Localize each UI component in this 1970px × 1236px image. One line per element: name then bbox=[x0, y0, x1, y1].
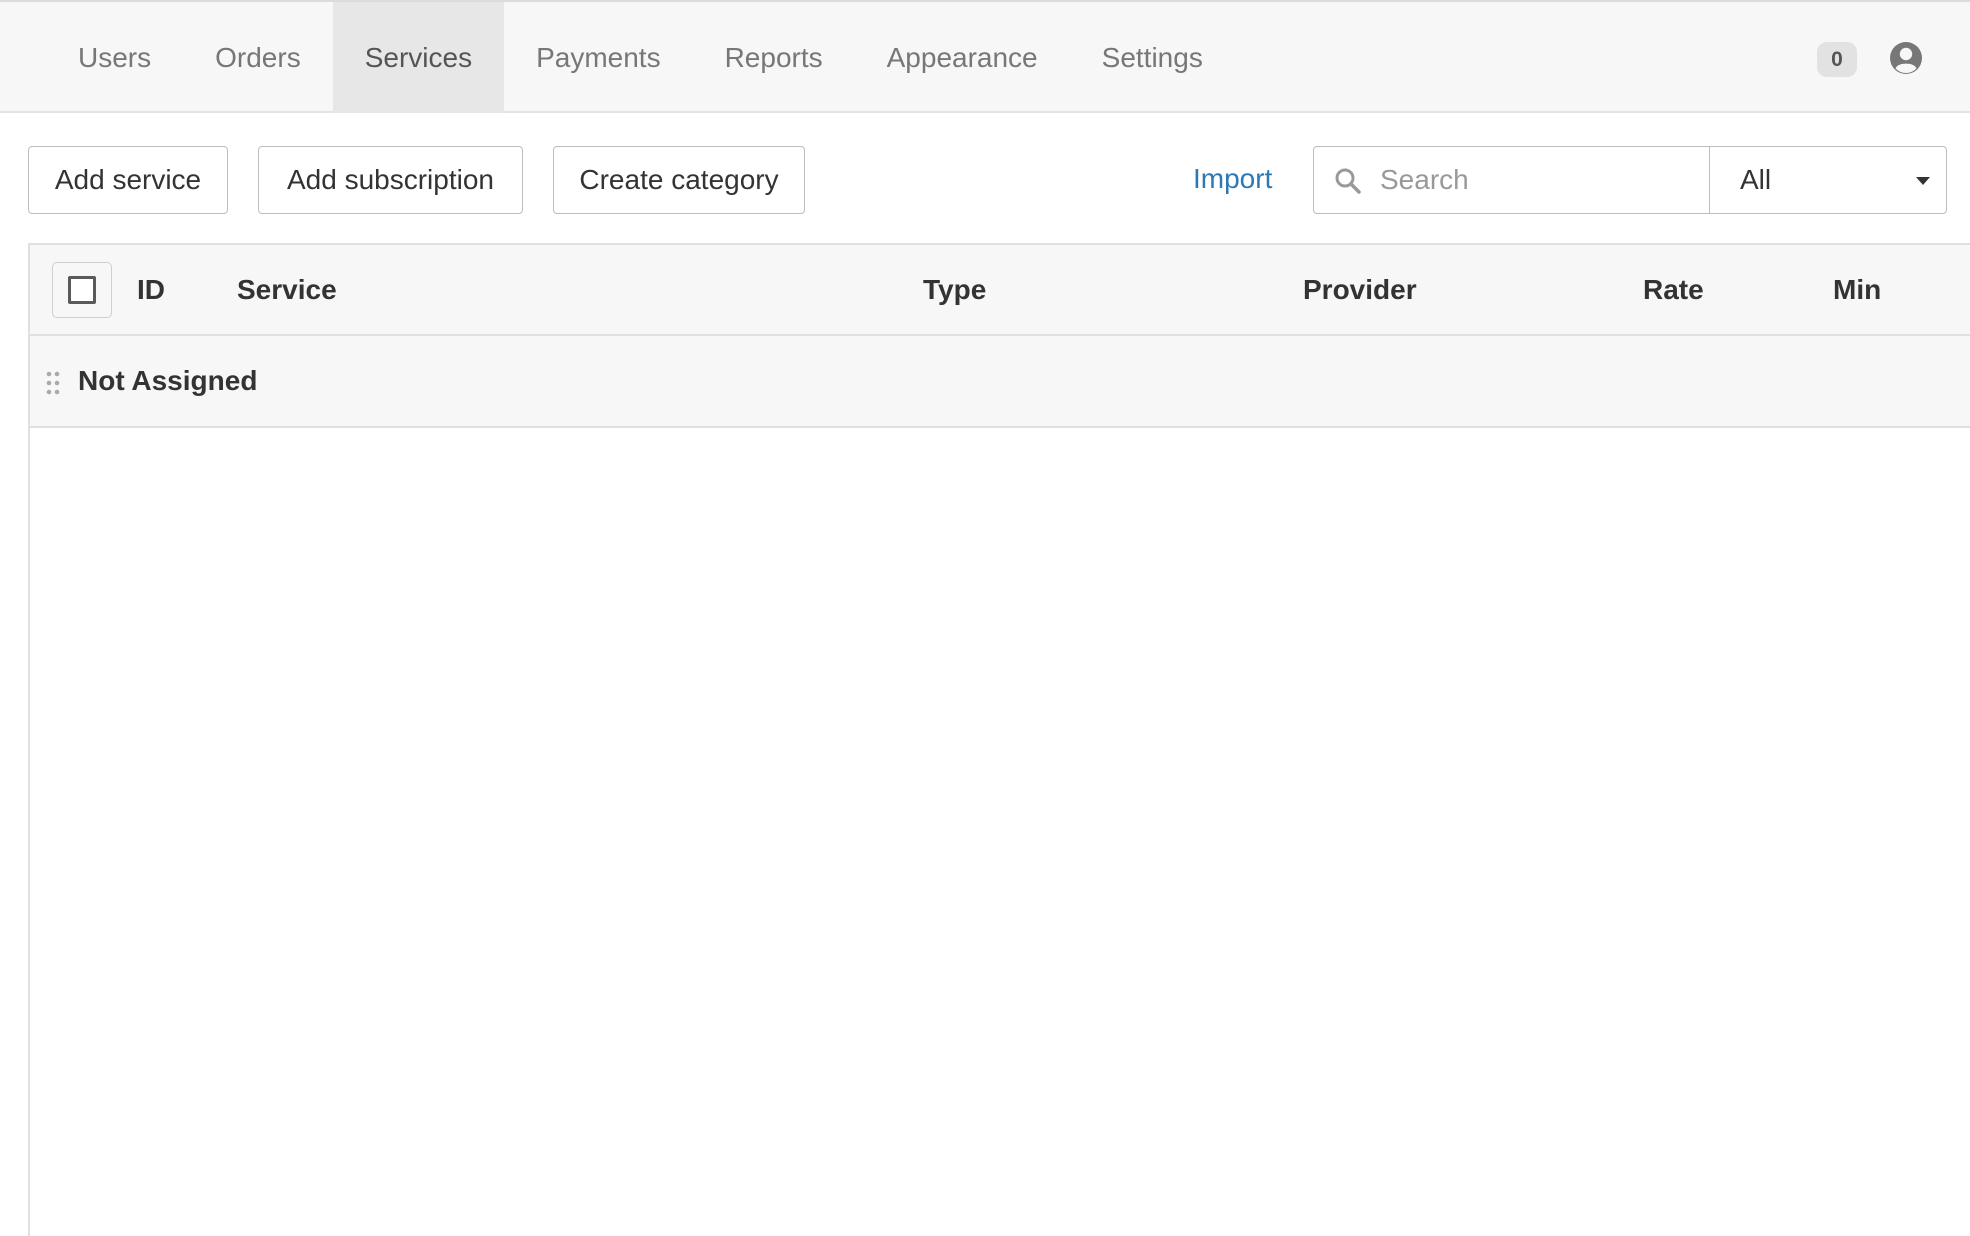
nav-item-users[interactable]: Users bbox=[46, 2, 183, 113]
filter-selected-value: All bbox=[1740, 164, 1772, 195]
add-service-button[interactable]: Add service bbox=[28, 146, 228, 214]
search-icon bbox=[1335, 168, 1361, 194]
user-circle-icon[interactable] bbox=[1889, 41, 1923, 75]
caret-down-icon bbox=[1916, 177, 1930, 185]
search-input[interactable] bbox=[1380, 147, 1700, 213]
category-row[interactable]: Not Assigned bbox=[30, 336, 1970, 428]
nav-item-appearance[interactable]: Appearance bbox=[855, 2, 1070, 113]
nav-item-label: Orders bbox=[215, 41, 301, 73]
nav-item-settings[interactable]: Settings bbox=[1070, 2, 1235, 113]
add-subscription-button[interactable]: Add subscription bbox=[258, 146, 523, 214]
nav-item-reports[interactable]: Reports bbox=[693, 2, 855, 113]
search-box bbox=[1314, 147, 1710, 213]
nav-item-label: Reports bbox=[724, 41, 823, 73]
filter-select[interactable]: All bbox=[1710, 147, 1946, 213]
drag-handle-icon[interactable] bbox=[46, 371, 60, 395]
checkbox-box bbox=[68, 276, 96, 304]
category-name: Not Assigned bbox=[78, 365, 258, 396]
import-link[interactable]: Import bbox=[1193, 163, 1272, 195]
nav-item-orders[interactable]: Orders bbox=[183, 2, 333, 113]
nav-item-payments[interactable]: Payments bbox=[504, 2, 693, 113]
nav-item-label: Appearance bbox=[886, 41, 1038, 73]
column-header-min[interactable]: Min bbox=[1833, 245, 1881, 334]
column-header-type[interactable]: Type bbox=[923, 245, 986, 334]
nav-item-label: Settings bbox=[1101, 41, 1203, 73]
column-header-provider[interactable]: Provider bbox=[1303, 245, 1417, 334]
nav-item-label: Services bbox=[364, 41, 473, 73]
column-header-service[interactable]: Service bbox=[237, 245, 337, 334]
search-filter-group: All bbox=[1313, 146, 1947, 214]
create-category-button[interactable]: Create category bbox=[553, 146, 805, 214]
column-header-id[interactable]: ID bbox=[137, 245, 165, 334]
column-header-rate[interactable]: Rate bbox=[1643, 245, 1704, 334]
nav-item-services[interactable]: Services bbox=[332, 2, 505, 113]
table-header: ID Service Type Provider Rate Min bbox=[30, 245, 1970, 336]
services-toolbar: Add service Add subscription Create cate… bbox=[0, 113, 1970, 243]
notification-badge[interactable]: 0 bbox=[1817, 42, 1857, 77]
select-all-checkbox[interactable] bbox=[52, 262, 112, 318]
main-nav: Users Orders Services Payments Reports A… bbox=[46, 2, 1235, 113]
services-table: ID Service Type Provider Rate Min Not As… bbox=[28, 243, 1970, 1236]
nav-item-label: Users bbox=[78, 41, 152, 73]
nav-item-label: Payments bbox=[536, 41, 661, 73]
top-navbar: Users Orders Services Payments Reports A… bbox=[0, 0, 1970, 113]
